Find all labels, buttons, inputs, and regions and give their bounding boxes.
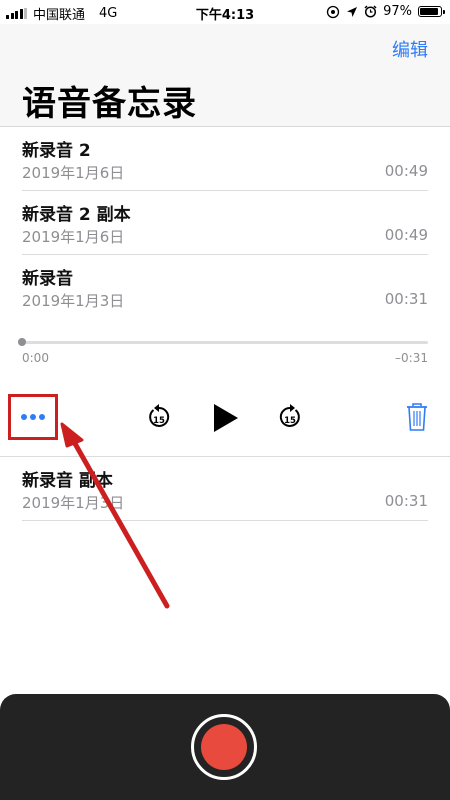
- alarm-icon: [364, 5, 377, 18]
- list-item[interactable]: 新录音 副本 2019年1月3日 00:31: [22, 457, 428, 521]
- skip-back-icon[interactable]: 15: [145, 402, 173, 432]
- recording-date: 2019年1月6日: [22, 228, 125, 246]
- scrubber-thumb[interactable]: [18, 338, 26, 346]
- status-bar: 中国联通 4G 下午4:13 97%: [0, 0, 450, 24]
- play-icon[interactable]: [211, 402, 241, 434]
- recording-date: 2019年1月6日: [22, 164, 125, 182]
- playback-panel: 0:00 –0:31 15 15: [0, 320, 450, 457]
- recording-date: 2019年1月3日: [22, 494, 125, 512]
- recording-duration: 00:49: [384, 226, 428, 244]
- svg-text:15: 15: [153, 416, 165, 426]
- location-icon: [326, 5, 340, 18]
- highlight-box: [8, 394, 58, 440]
- recording-duration: 00:31: [384, 290, 428, 308]
- elapsed-time: 0:00: [22, 351, 49, 365]
- nav-header: 编辑 语音备忘录: [0, 24, 450, 127]
- recording-duration: 00:31: [384, 492, 428, 510]
- record-button[interactable]: [191, 714, 257, 780]
- edit-button[interactable]: 编辑: [392, 36, 428, 62]
- record-icon: [201, 724, 247, 770]
- scrubber-track[interactable]: [22, 341, 428, 344]
- recording-name: 新录音 副本: [22, 471, 113, 491]
- page-title: 语音备忘录: [22, 84, 197, 124]
- status-right: 97%: [326, 4, 445, 19]
- battery-percent: 97%: [383, 4, 412, 19]
- list-item[interactable]: 新录音 2 2019年1月6日 00:49: [22, 127, 428, 191]
- recording-name: 新录音: [22, 269, 73, 289]
- navigation-icon: [347, 6, 358, 17]
- list-item-expanded[interactable]: 新录音 2019年1月3日 00:31: [22, 255, 428, 319]
- recording-duration: 00:49: [384, 162, 428, 180]
- list-item[interactable]: 新录音 2 副本 2019年1月6日 00:49: [22, 191, 428, 255]
- skip-forward-icon[interactable]: 15: [276, 402, 304, 432]
- recording-name: 新录音 2 副本: [22, 205, 131, 225]
- recording-date: 2019年1月3日: [22, 292, 125, 310]
- svg-text:15: 15: [284, 416, 296, 426]
- trash-icon[interactable]: [405, 402, 429, 432]
- battery-icon: [418, 6, 445, 17]
- remaining-time: –0:31: [395, 351, 428, 365]
- recording-name: 新录音 2: [22, 141, 91, 161]
